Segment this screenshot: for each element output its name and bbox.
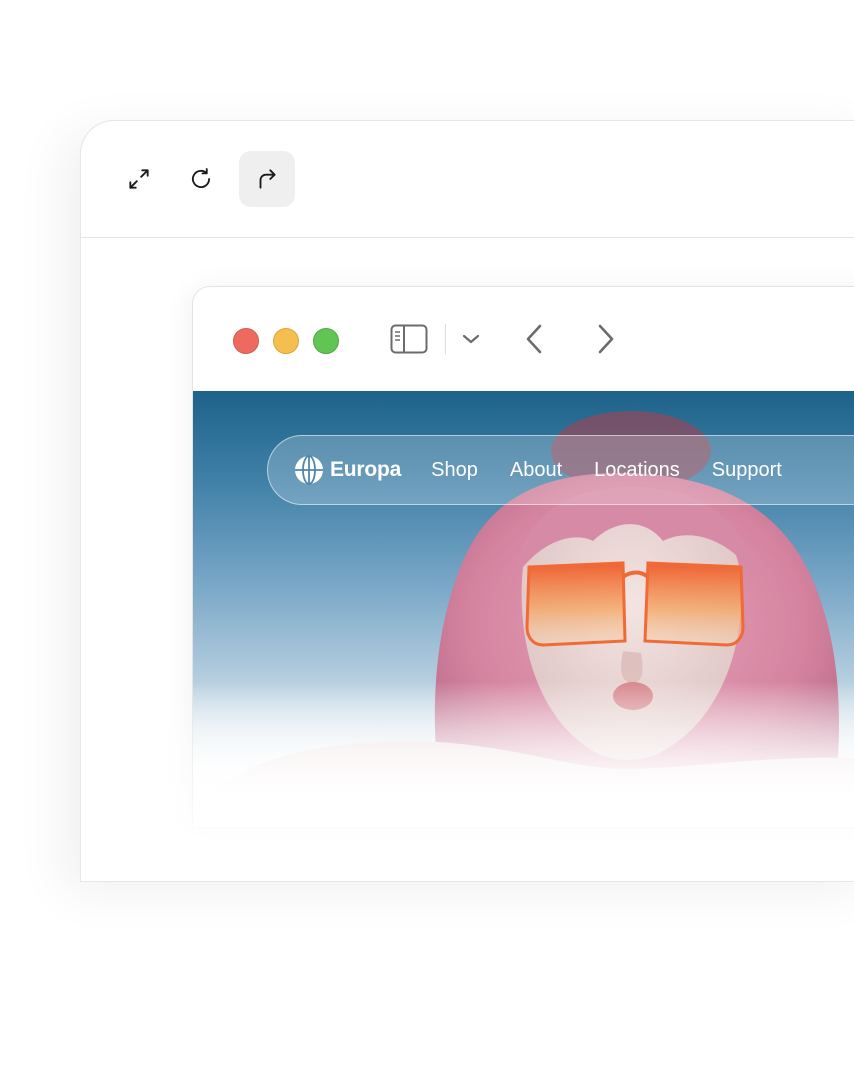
- back-arrow-icon: [526, 324, 542, 354]
- nav-link-support[interactable]: Support: [712, 459, 782, 482]
- redo-button[interactable]: [239, 151, 295, 207]
- close-window-button[interactable]: [233, 328, 259, 354]
- expand-button[interactable]: [111, 151, 167, 207]
- tab-menu-button[interactable]: [459, 329, 483, 349]
- browser-toolbar: [193, 287, 854, 391]
- website-hero: Europa Shop About Locations Support: [193, 391, 854, 821]
- sidebar-icon: [390, 324, 428, 354]
- toolbar-divider: [445, 324, 446, 354]
- nav-link-about[interactable]: About: [510, 459, 562, 482]
- forward-button[interactable]: [591, 321, 621, 357]
- sidebar-toggle-button[interactable]: [389, 322, 429, 356]
- nav-link-shop[interactable]: Shop: [431, 459, 478, 482]
- app-toolbar: [81, 121, 854, 238]
- reload-icon: [191, 168, 211, 188]
- brand-name: Europa: [330, 458, 402, 481]
- forward-arrow-icon: [598, 324, 614, 354]
- expand-icon: [129, 169, 149, 189]
- browser-window: Europa Shop About Locations Support: [192, 286, 854, 828]
- back-button[interactable]: [519, 321, 549, 357]
- globe-icon: [295, 455, 323, 485]
- hero-bottom-fade: [193, 681, 854, 821]
- chevron-down-icon: [462, 334, 480, 344]
- redo-icon: [259, 169, 276, 189]
- site-navbar: Europa Shop About Locations Support: [267, 435, 854, 505]
- maximize-window-button[interactable]: [313, 328, 339, 354]
- reload-button[interactable]: [173, 151, 229, 207]
- nav-link-locations[interactable]: Locations: [594, 459, 680, 482]
- app-panel: Europa Shop About Locations Support: [80, 120, 854, 882]
- stage: Europa Shop About Locations Support: [0, 0, 854, 1083]
- minimize-window-button[interactable]: [273, 328, 299, 354]
- brand-logo[interactable]: Europa: [294, 455, 401, 485]
